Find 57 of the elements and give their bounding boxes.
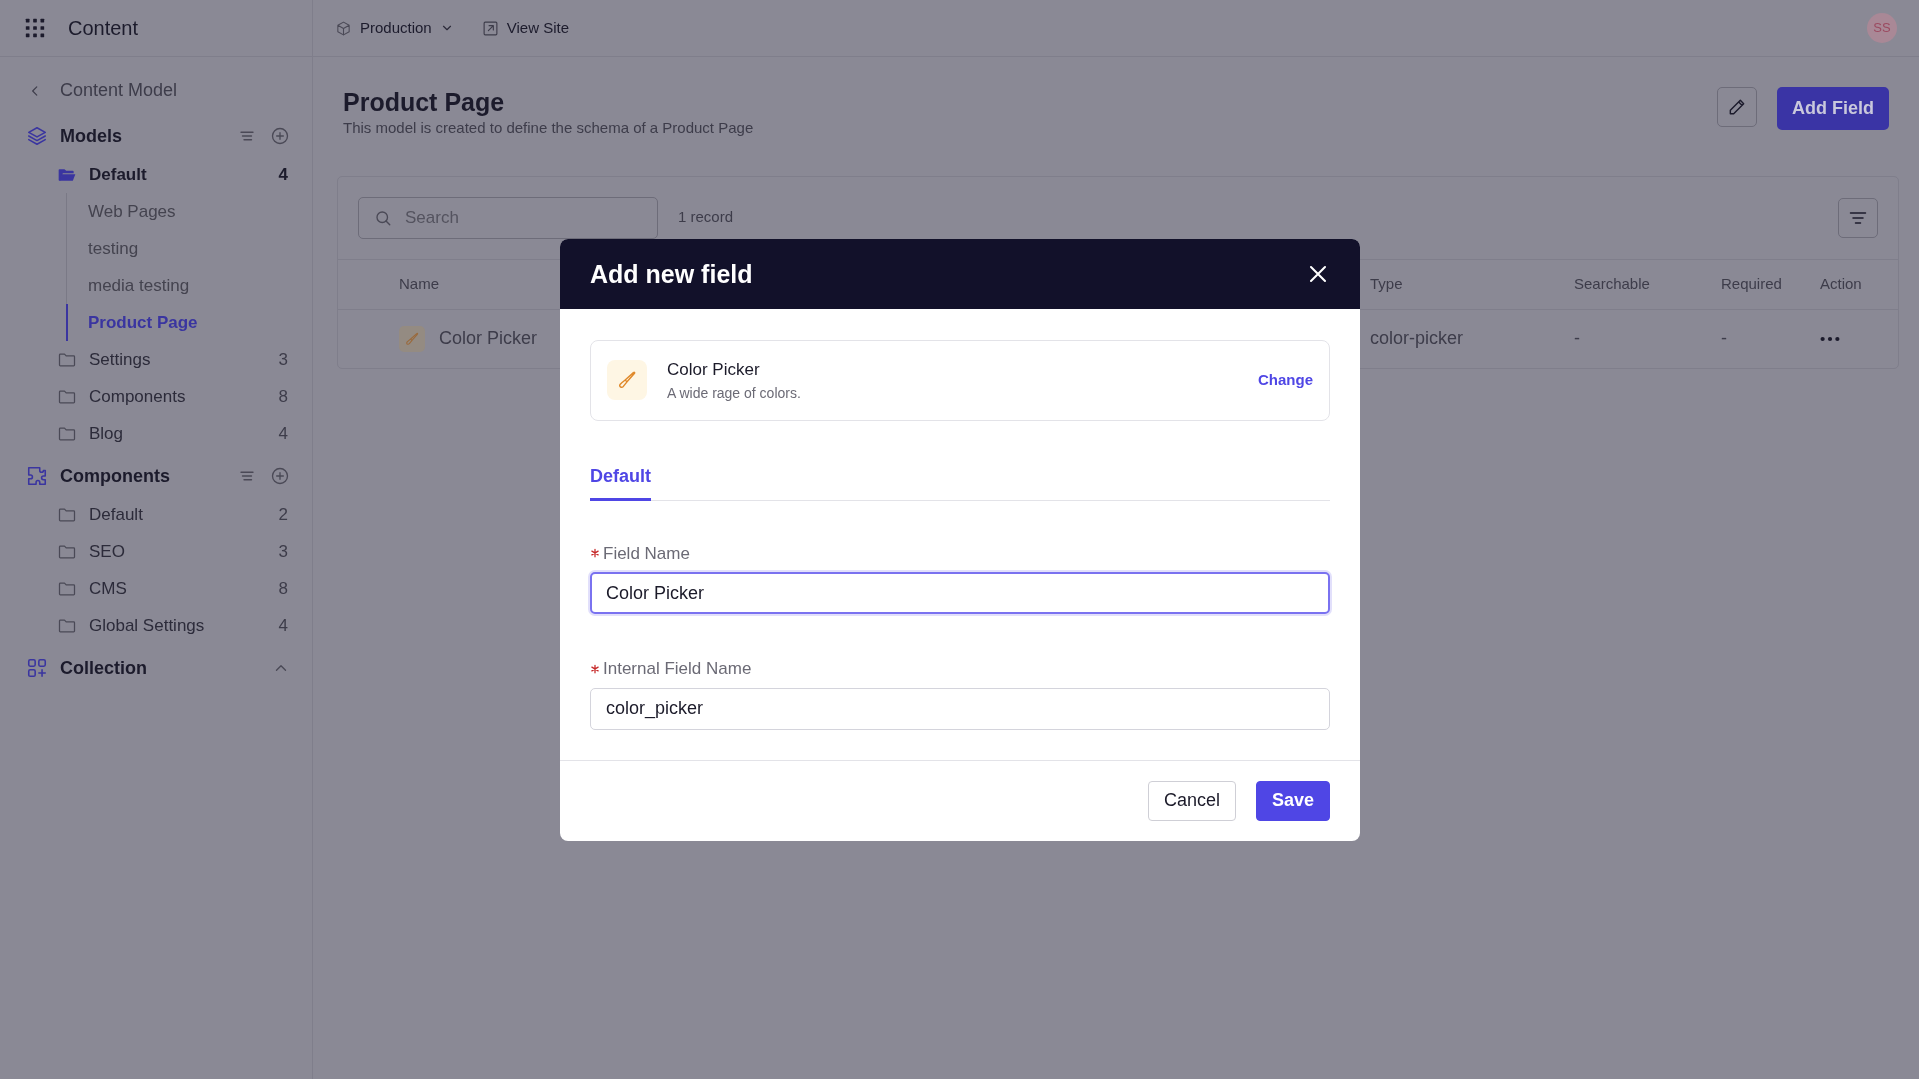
cube-icon bbox=[335, 19, 352, 37]
change-link[interactable]: Change bbox=[1258, 369, 1313, 392]
column-header: Type bbox=[1370, 273, 1403, 294]
add-circle-icon[interactable] bbox=[270, 126, 290, 146]
field-type-description: A wide rage of colors. bbox=[667, 383, 801, 403]
pencil-icon bbox=[1727, 97, 1747, 117]
save-button[interactable]: Save bbox=[1255, 780, 1330, 821]
sidebar-folder[interactable]: Blog 4 bbox=[0, 415, 312, 452]
back-link[interactable]: Content Model bbox=[0, 57, 312, 104]
table-cell-text: - bbox=[1721, 327, 1728, 350]
sidebar-item[interactable]: Web Pages bbox=[66, 193, 312, 230]
table-cell-text: - bbox=[1574, 327, 1581, 350]
sidebar-section-title[interactable]: Collection bbox=[60, 654, 272, 682]
sidebar-section-title[interactable]: Models bbox=[60, 122, 238, 150]
search-icon bbox=[374, 208, 392, 227]
record-count: 1 record bbox=[678, 207, 734, 228]
brush-icon bbox=[404, 330, 420, 347]
sidebar-folder[interactable]: CMS 8 bbox=[0, 570, 312, 607]
column-header: Required bbox=[1721, 273, 1782, 294]
layers-icon bbox=[26, 125, 48, 147]
sidebar-folder[interactable]: Components 8 bbox=[0, 378, 312, 415]
grid-plus-icon bbox=[26, 657, 48, 679]
column-header: Action bbox=[1820, 273, 1862, 294]
app-title: Content bbox=[68, 16, 139, 41]
input-field[interactable]: color_picker bbox=[590, 687, 1330, 730]
page-title: Product Page bbox=[343, 87, 506, 117]
field-type-name: Color Picker bbox=[667, 359, 761, 381]
page-description: This model is created to define the schema of a Product Page bbox=[343, 118, 755, 138]
sidebar-folder[interactable]: Settings 3 bbox=[0, 341, 312, 378]
column-header: Name bbox=[399, 273, 439, 294]
sidebar-folder[interactable]: Default 2 bbox=[0, 496, 312, 533]
sidebar-item[interactable]: media testing bbox=[66, 267, 312, 304]
apps-grid-icon[interactable] bbox=[24, 17, 46, 39]
edit-button[interactable] bbox=[1717, 87, 1757, 127]
cancel-button[interactable]: Cancel bbox=[1147, 780, 1236, 821]
add-circle-icon[interactable] bbox=[270, 466, 290, 486]
add-field-button[interactable]: Add Field bbox=[1777, 87, 1889, 130]
more-dots-icon bbox=[1820, 335, 1840, 342]
table-cell-text: Color Picker bbox=[439, 327, 538, 350]
sidebar-section-title[interactable]: Components bbox=[60, 462, 238, 490]
field-label: Internal Field Name bbox=[603, 658, 752, 680]
tab[interactable]: Default bbox=[590, 462, 651, 501]
sidebar-folder[interactable]: SEO 3 bbox=[0, 533, 312, 570]
filter-button[interactable] bbox=[1838, 197, 1878, 238]
field-label: Field Name bbox=[603, 542, 690, 565]
modal-title: Add new field bbox=[590, 259, 754, 289]
sidebar-item[interactable]: testing bbox=[66, 230, 312, 267]
column-header: Searchable bbox=[1574, 273, 1650, 294]
sidebar-folder[interactable]: Default 4 bbox=[0, 156, 312, 193]
puzzle-icon bbox=[26, 465, 48, 487]
external-link-icon bbox=[481, 19, 499, 37]
input-field[interactable]: Color Picker bbox=[590, 572, 1330, 614]
view-site-link[interactable]: View Site bbox=[481, 16, 569, 40]
sidebar-folder[interactable]: Global Settings 4 bbox=[0, 607, 312, 644]
table-cell-text: color-picker bbox=[1370, 327, 1465, 350]
environment-dropdown[interactable]: Production bbox=[335, 16, 454, 40]
sidebar-item[interactable]: Product Page bbox=[66, 304, 312, 341]
